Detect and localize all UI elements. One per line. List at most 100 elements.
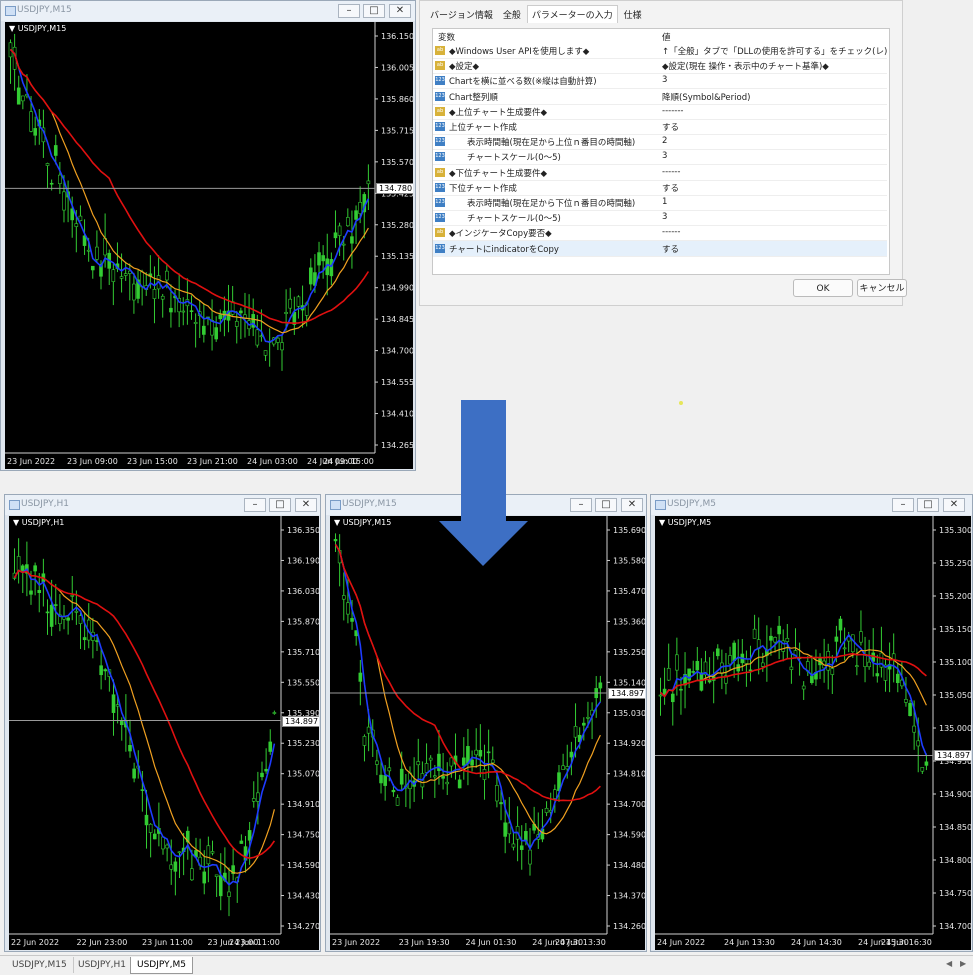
time-tick-label: 23 Jun 15:00 bbox=[127, 457, 178, 466]
chart-window-top[interactable]: USDJPY,M15 – □ ✕ 136.150 136.005 135.860 13… bbox=[0, 0, 416, 471]
price-tick-label: 136.190 bbox=[287, 556, 319, 565]
chart-symbol-text: USDJPY,M15 bbox=[342, 518, 392, 527]
price-tick-label: 136.005 bbox=[381, 63, 413, 72]
parameter-value[interactable]: ↑「全般」タブで「DLLの使用を許可する」をチェック(レ)してくだ... bbox=[662, 45, 887, 57]
parameter-value[interactable]: ------ bbox=[662, 227, 887, 237]
parameter-value[interactable]: 降順(Symbol&Period) bbox=[662, 91, 887, 103]
number-param-icon: 123 bbox=[435, 76, 445, 86]
cancel-button[interactable]: キャンセル bbox=[857, 279, 907, 297]
parameter-name: ◆上位チャート生成要件◆ bbox=[449, 107, 547, 118]
parameter-row[interactable]: 123 Chart整列順 降順(Symbol&Period) bbox=[433, 89, 887, 105]
maximize-button[interactable]: □ bbox=[269, 498, 291, 512]
number-param-icon: 123 bbox=[435, 198, 445, 207]
parameter-row[interactable]: 123 下位チャート作成 する bbox=[433, 180, 887, 196]
tab-spec[interactable]: 仕様 bbox=[620, 6, 646, 23]
price-tick-label: 134.920 bbox=[613, 739, 645, 748]
parameter-row[interactable]: 123 表示時間軸(現在足から下位ｎ番目の時間軸) 1 bbox=[433, 195, 887, 211]
price-tick-label: 134.480 bbox=[613, 861, 645, 870]
price-tick-label: 134.900 bbox=[939, 790, 971, 799]
parameter-value[interactable]: 3 bbox=[662, 151, 887, 161]
price-chart-h1[interactable]: 136.350 136.190 136.030 135.870 135.710 135.5… bbox=[9, 516, 319, 950]
parameter-row[interactable]: 123 上位チャート作成 する bbox=[433, 119, 887, 135]
parameter-row[interactable]: ab ◆設定◆ ◆設定(現在 操作・表示中のチャート基準)◆ bbox=[433, 58, 887, 75]
chart-symbol-text: USDJPY,H1 bbox=[21, 518, 65, 527]
number-param-icon: 123 bbox=[435, 137, 445, 147]
chart-tab-m5[interactable]: USDJPY,M5 bbox=[130, 957, 193, 974]
minimize-button[interactable]: – bbox=[892, 498, 914, 512]
price-tick-label: 134.590 bbox=[613, 831, 645, 840]
price-chart-m15-lower[interactable]: 135.690 135.580 135.470 135.360 135.250 135.1… bbox=[330, 516, 645, 950]
parameter-value[interactable]: 2 bbox=[662, 136, 887, 146]
current-price-marker: 134.897 bbox=[934, 750, 971, 762]
price-tick-label: 135.070 bbox=[287, 770, 319, 779]
string-param-icon: ab bbox=[435, 228, 445, 238]
parameter-value[interactable]: ◆設定(現在 操作・表示中のチャート基準)◆ bbox=[662, 60, 887, 72]
minimize-button[interactable]: – bbox=[244, 498, 266, 512]
time-tick-label: 23 Jun 19:30 bbox=[399, 938, 450, 947]
window-title: USDJPY,H1 bbox=[21, 499, 69, 509]
parameter-value[interactable]: する bbox=[662, 182, 887, 194]
parameter-row[interactable]: 123 チャートスケール(0～5) 3 bbox=[433, 210, 887, 227]
desktop-background bbox=[419, 306, 903, 472]
properties-dialog[interactable]: バージョン情報 全般 パラメーターの入力 仕様 変数 値 ab ◆Windows Use… bbox=[419, 0, 907, 306]
tab-general[interactable]: 全般 bbox=[499, 6, 525, 23]
scroll-left-icon[interactable]: ◀ bbox=[946, 959, 952, 968]
window-titlebar[interactable]: USDJPY,M5 – □ ✕ bbox=[651, 495, 972, 515]
tab-parameters[interactable]: パラメーターの入力 bbox=[526, 5, 618, 23]
time-tick-label: 22 Jun 23:00 bbox=[77, 938, 128, 947]
close-button[interactable]: ✕ bbox=[389, 4, 411, 18]
number-param-icon: 123 bbox=[435, 243, 445, 253]
current-price-marker: 134.897 bbox=[282, 715, 319, 727]
chart-tab-m15[interactable]: USDJPY,M15 bbox=[6, 957, 74, 973]
price-tick-label: 134.850 bbox=[939, 823, 971, 832]
parameter-value[interactable]: する bbox=[662, 243, 887, 255]
price-tick-label: 135.300 bbox=[939, 526, 971, 535]
parameter-row[interactable]: 123 チャートスケール(0～5) 3 bbox=[433, 149, 887, 166]
parameter-row[interactable]: ab ◆上位チャート生成要件◆ ------- bbox=[433, 104, 887, 120]
price-chart-m5[interactable]: 135.300 135.250 135.200 135.150 135.100 135.0… bbox=[655, 516, 971, 950]
time-tick-label: 24 Jun 2022 bbox=[657, 938, 705, 947]
string-param-icon: ab bbox=[435, 61, 445, 71]
minimize-button[interactable]: – bbox=[570, 498, 592, 512]
scroll-right-icon[interactable]: ▶ bbox=[960, 959, 966, 968]
parameter-row[interactable]: ab ◆インジケータCopy要否◆ ------ bbox=[433, 225, 887, 242]
chart-symbol-label: ▼ USDJPY,M15 bbox=[334, 518, 392, 527]
price-tick-label: 134.430 bbox=[287, 892, 319, 901]
parameter-row[interactable]: ab ◆下位チャート生成要件◆ ------ bbox=[433, 165, 887, 181]
parameter-value[interactable]: 1 bbox=[662, 197, 887, 207]
maximize-button[interactable]: □ bbox=[595, 498, 617, 512]
parameter-value[interactable]: 3 bbox=[662, 212, 887, 222]
window-titlebar[interactable]: USDJPY,M15 – □ ✕ bbox=[1, 1, 415, 21]
price-tick-label: 134.845 bbox=[381, 315, 413, 324]
parameter-row[interactable]: 123 チャートにindicatorをCopy する bbox=[433, 240, 887, 257]
parameter-row[interactable]: 123 表示時間軸(現在足から上位ｎ番目の時間軸) 2 bbox=[433, 134, 887, 151]
tab-version[interactable]: バージョン情報 bbox=[426, 6, 497, 23]
chart-tab-h1[interactable]: USDJPY,H1 bbox=[72, 957, 133, 973]
ok-button[interactable]: OK bbox=[793, 279, 853, 297]
window-titlebar[interactable]: USDJPY,H1 – □ ✕ bbox=[5, 495, 320, 515]
price-tick-label: 135.135 bbox=[381, 252, 413, 261]
chart-symbol-label: ▼ USDJPY,M5 bbox=[659, 518, 712, 527]
chart-window-m5[interactable]: USDJPY,M5 – □ ✕ 135.300 135.250 135.200 135… bbox=[650, 494, 973, 952]
parameter-row[interactable]: ab ◆Windows User APIを使用します◆ ↑「全般」タブで「DLLの使… bbox=[433, 43, 887, 59]
parameter-value[interactable]: する bbox=[662, 121, 887, 133]
maximize-button[interactable]: □ bbox=[363, 4, 385, 18]
current-price-marker: 134.780 bbox=[376, 183, 413, 195]
parameter-row[interactable]: 123 Chartを横に並べる数(※縦は自動計算) 3 bbox=[433, 73, 887, 90]
window-titlebar[interactable]: USDJPY,M15 – □ ✕ bbox=[326, 495, 646, 515]
chart-window-m15[interactable]: USDJPY,M15 – □ ✕ 135.690 135.580 135.470 13… bbox=[325, 494, 647, 952]
parameter-value[interactable]: ------- bbox=[662, 106, 887, 116]
minimize-button[interactable]: – bbox=[338, 4, 360, 18]
parameter-value[interactable]: ------ bbox=[662, 167, 887, 177]
price-tick-label: 135.100 bbox=[939, 658, 971, 667]
price-tick-label: 134.700 bbox=[939, 922, 971, 931]
parameter-value[interactable]: 3 bbox=[662, 75, 887, 85]
price-chart-m15[interactable]: 136.150136.005135.860135.715135.570135.4… bbox=[5, 22, 413, 469]
close-button[interactable]: ✕ bbox=[943, 498, 965, 512]
string-param-icon: ab bbox=[435, 106, 445, 116]
maximize-button[interactable]: □ bbox=[917, 498, 939, 512]
close-button[interactable]: ✕ bbox=[295, 498, 317, 512]
close-button[interactable]: ✕ bbox=[621, 498, 643, 512]
chart-window-h1[interactable]: USDJPY,H1 – □ ✕ 136.350 136.190 136.030 135… bbox=[4, 494, 321, 952]
price-tick-label: 134.265 bbox=[381, 441, 413, 450]
